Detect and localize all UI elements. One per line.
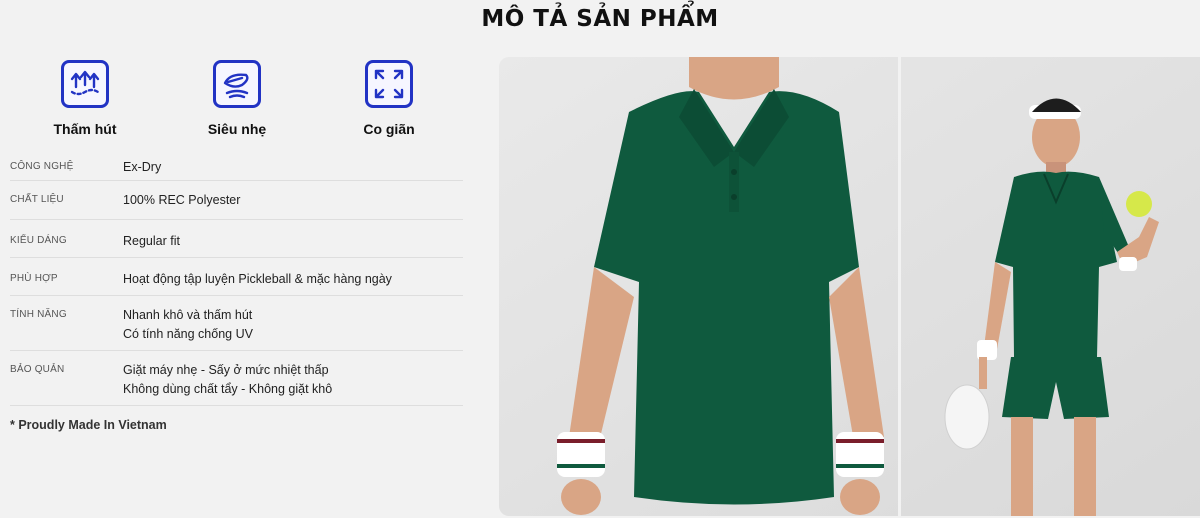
feature-label: Thấm hút <box>53 121 117 137</box>
spec-key: KIỂU DÁNG <box>10 235 67 246</box>
moisture-wicking-icon <box>61 60 109 108</box>
spec-table: CÔNG NGHỆ Ex-Dry CHẤT LIỆU 100% REC Poly… <box>10 147 463 406</box>
spec-value: Regular fit <box>123 234 180 248</box>
spec-row-material: CHẤT LIỆU 100% REC Polyester <box>10 181 463 220</box>
spec-value: 100% REC Polyester <box>123 193 241 207</box>
spec-row-features: TÍNH NĂNG Nhanh khô và thấm hút Có tính … <box>10 296 463 351</box>
spec-row-fit: KIỂU DÁNG Regular fit <box>10 220 463 258</box>
spec-value: Giặt máy nhẹ - Sấy ở mức nhiệt thấp Khôn… <box>123 363 333 396</box>
spec-key: TÍNH NĂNG <box>10 309 67 320</box>
spec-key: BẢO QUẢN <box>10 364 65 375</box>
spec-value: Hoạt động tập luyện Pickleball & mặc hàn… <box>123 272 392 286</box>
feature-list: Thấm hút Siêu nhẹ Co giãn <box>10 60 465 140</box>
product-photo <box>499 57 1200 516</box>
feature-stretch: Co giãn <box>334 60 444 137</box>
spec-value: Ex-Dry <box>123 160 162 174</box>
feather-light-icon <box>213 60 261 108</box>
spec-value: Nhanh khô và thấm hút Có tính năng chống… <box>123 308 253 341</box>
stretch-icon <box>365 60 413 108</box>
feature-label: Co giãn <box>363 121 415 137</box>
made-in-note: * Proudly Made In Vietnam <box>10 418 167 432</box>
feature-label: Siêu nhẹ <box>207 121 267 137</box>
feature-moisture-wicking: Thấm hút <box>30 60 140 137</box>
spec-row-suitable-for: PHÙ HỢP Hoạt động tập luyện Pickleball &… <box>10 258 463 296</box>
spec-row-technology: CÔNG NGHỆ Ex-Dry <box>10 147 463 181</box>
spec-key: CHẤT LIỆU <box>10 194 64 205</box>
section-title: MÔ TẢ SẢN PHẨM <box>481 6 719 32</box>
spec-row-care: BẢO QUẢN Giặt máy nhẹ - Sấy ở mức nhiệt … <box>10 351 463 406</box>
feature-lightweight: Siêu nhẹ <box>182 60 292 137</box>
spec-key: PHÙ HỢP <box>10 273 58 284</box>
spec-key: CÔNG NGHỆ <box>10 161 74 172</box>
